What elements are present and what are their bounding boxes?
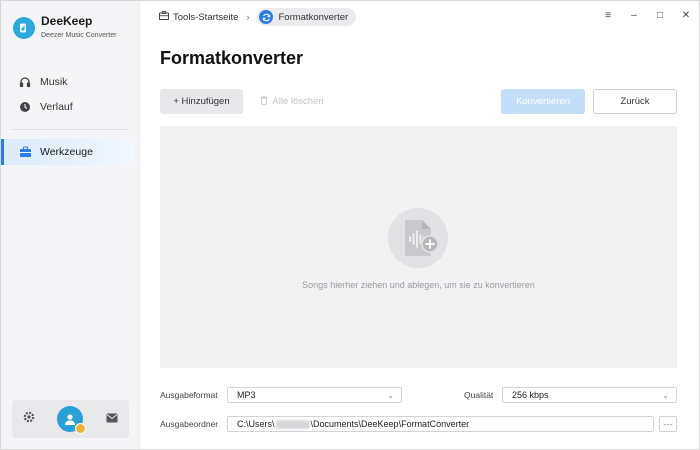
app-name: DeeKeep <box>41 14 93 28</box>
clear-all-button[interactable]: Alle löschen <box>253 89 331 114</box>
toolbox-icon <box>18 145 32 159</box>
breadcrumb-home-icon <box>159 11 169 23</box>
chevron-down-icon: ⌄ <box>662 391 669 400</box>
back-button[interactable]: Zurück <box>593 89 677 114</box>
close-icon[interactable]: ✕ <box>680 10 692 21</box>
drop-hint: Songs hierher ziehen und ablegen, um sie… <box>302 280 535 290</box>
output-folder-label: Ausgabeordner <box>160 419 219 429</box>
clear-all-label: Alle löschen <box>272 96 324 107</box>
brand: DeeKeep Deezer Music Converter <box>13 13 116 39</box>
avatar-badge-icon <box>75 423 87 434</box>
app-logo-icon <box>13 17 35 39</box>
output-folder-prefix: C:\Users\ <box>237 419 275 429</box>
sidebar-item-label: Verlauf <box>40 100 73 113</box>
breadcrumb: Tools-Startseite › Formatkonverter <box>159 8 357 26</box>
app-subtitle: Deezer Music Converter <box>41 32 117 39</box>
maximize-icon[interactable]: □ <box>654 10 666 21</box>
mail-icon[interactable] <box>106 410 118 428</box>
headphones-icon <box>18 75 32 89</box>
sidebar-item-musik[interactable]: Musik <box>1 69 140 94</box>
breadcrumb-current: Formatkonverter <box>257 8 357 26</box>
browse-folder-button[interactable]: ··· <box>659 416 677 432</box>
chevron-right-icon: › <box>246 12 250 22</box>
output-format-value: MP3 <box>237 390 256 400</box>
sidebar-item-label: Musik <box>40 75 68 88</box>
minimize-icon[interactable]: – <box>628 10 640 21</box>
avatar[interactable] <box>57 406 87 434</box>
page-title: Formatkonverter <box>160 48 304 68</box>
output-folder-field[interactable]: C:\Users\ \Documents\DeeKeep\FormatConve… <box>227 416 654 432</box>
sidebar-item-verlauf[interactable]: Verlauf <box>1 94 140 119</box>
clock-icon <box>18 100 32 114</box>
sidebar-item-werkzeuge[interactable]: Werkzeuge <box>1 139 134 165</box>
convert-cycle-icon <box>259 10 274 24</box>
sidebar-bottom-bar <box>12 400 129 438</box>
sidebar-item-label: Werkzeuge <box>40 146 93 158</box>
sidebar-divider <box>11 129 129 130</box>
quality-label: Qualität <box>464 390 494 400</box>
menu-icon[interactable]: ≡ <box>602 10 614 21</box>
add-button[interactable]: + Hinzufügen <box>160 89 243 114</box>
redacted-username <box>275 419 310 429</box>
sidebar-nav: Musik Verlauf <box>1 69 140 119</box>
chevron-down-icon: ⌄ <box>387 391 394 400</box>
convert-button[interactable]: Konvertieren <box>501 89 585 114</box>
quality-value: 256 kbps <box>512 390 549 400</box>
sidebar: DeeKeep Deezer Music Converter Musik Ver… <box>1 1 140 449</box>
trash-icon <box>260 95 268 108</box>
top-bar: Tools-Startseite › Formatkonverter ≡ – □… <box>140 1 700 33</box>
window-controls: ≡ – □ ✕ <box>602 10 692 21</box>
breadcrumb-home[interactable]: Tools-Startseite <box>173 12 238 23</box>
output-format-select[interactable]: MP3 ⌄ <box>227 387 402 403</box>
breadcrumb-current-label: Formatkonverter <box>278 11 349 23</box>
drop-zone[interactable]: Songs hierher ziehen und ablegen, um sie… <box>160 126 677 368</box>
audio-file-add-icon <box>388 208 448 268</box>
app-window: DeeKeep Deezer Music Converter Musik Ver… <box>0 0 700 450</box>
gear-icon[interactable] <box>23 410 35 428</box>
quality-select[interactable]: 256 kbps ⌄ <box>502 387 677 403</box>
output-format-label: Ausgabeformat <box>160 390 218 400</box>
output-folder-suffix: \Documents\DeeKeep\FormatConverter <box>310 419 470 429</box>
